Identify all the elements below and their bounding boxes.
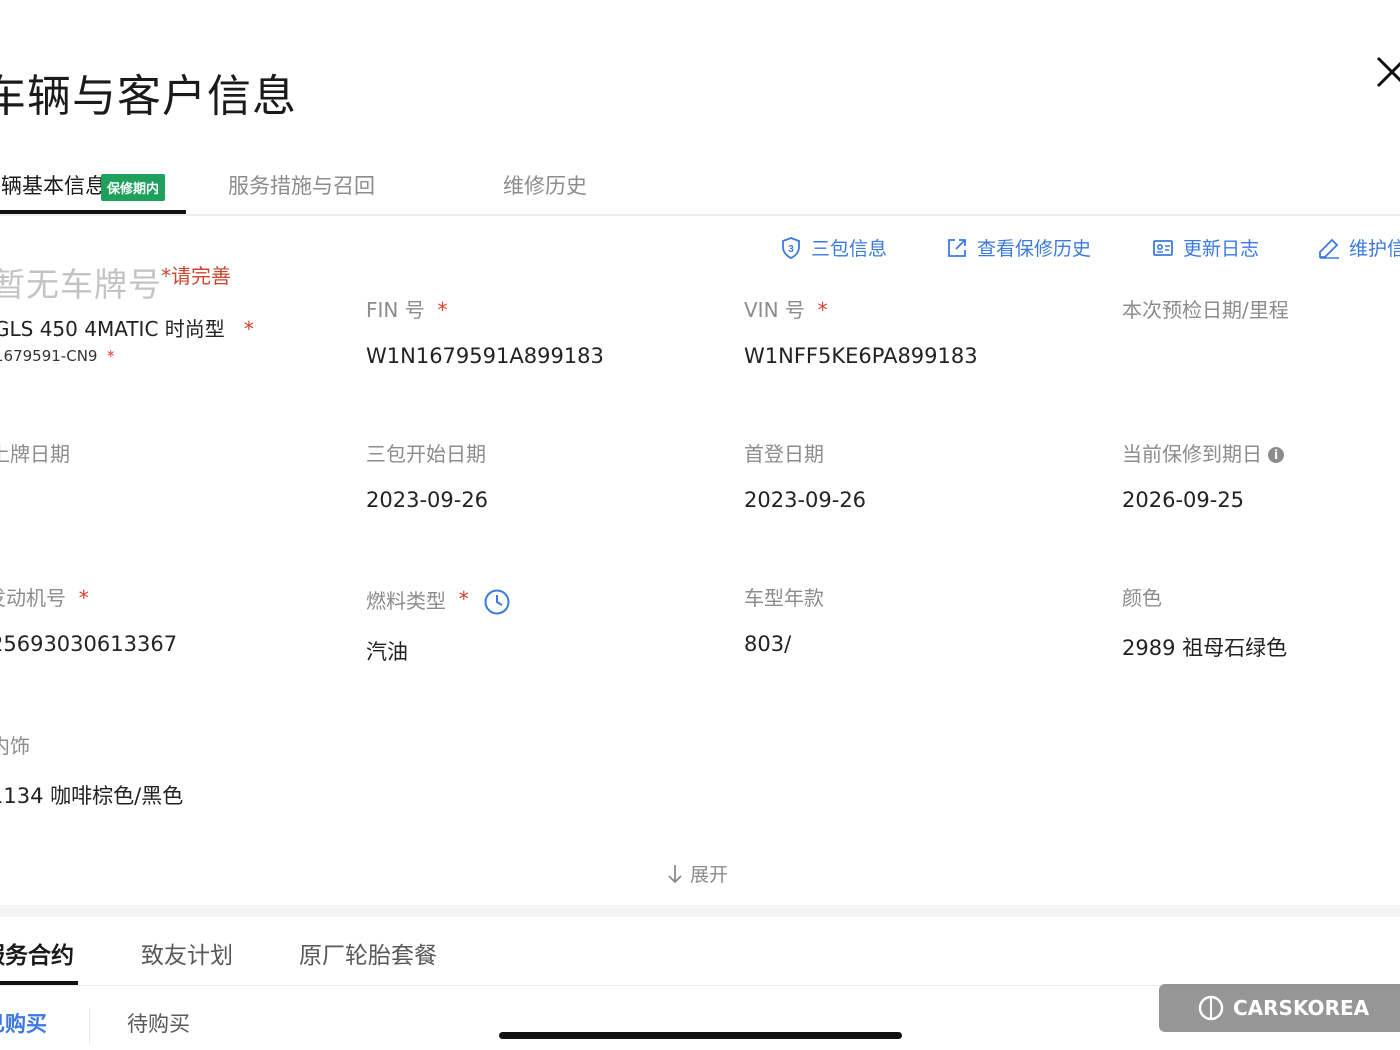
first-reg-value: 2023-09-26 [744, 488, 867, 512]
plate-date-label: 上牌日期 [0, 442, 70, 466]
carskorea-watermark: CARSKOREA [1159, 984, 1400, 1032]
tab-service-contract[interactable]: 服务合约 [0, 936, 74, 970]
vehicle-model-code: 1679591-CN9 * [0, 347, 115, 365]
tab-tire-package[interactable]: 原厂轮胎套餐 [299, 936, 437, 970]
warranty-start-value: 2023-09-26 [366, 488, 489, 512]
watermark-text: CARSKOREA [1233, 996, 1370, 1020]
plate-number[interactable]: 暂无车牌号 [0, 258, 162, 306]
warranty-end-label: 当前保修到期日 i [1122, 438, 1284, 467]
color-label: 颜色 [1122, 586, 1162, 610]
external-link-icon [948, 238, 966, 257]
fuel-value: 汽油 [366, 640, 408, 664]
log-card-icon [1153, 239, 1173, 256]
subtab-to-purchase[interactable]: 待购买 [127, 1008, 190, 1038]
subtab-purchased[interactable]: 已购买 [0, 1008, 47, 1038]
warranty-3-button[interactable]: 3 三包信息 [779, 234, 887, 261]
pen-icon [1319, 238, 1339, 259]
maintenance-info-button[interactable]: 维护信息 [1317, 234, 1400, 261]
vin-value: W1NFF5KE6PA899183 [744, 344, 978, 368]
section-divider [0, 905, 1400, 917]
clock-icon[interactable] [483, 588, 511, 616]
warranty-end-value: 2026-09-25 [1122, 488, 1245, 512]
tab-service-recall[interactable]: 服务措施与召回 [228, 170, 375, 200]
fin-value: W1N1679591A899183 [366, 344, 604, 368]
home-indicator [499, 1032, 902, 1039]
close-button[interactable] [1372, 48, 1400, 92]
fin-label: FIN 号 * [366, 298, 448, 322]
tab-divider [0, 214, 1400, 216]
interior-label: 内饰 [0, 734, 30, 758]
color-value: 2989 祖母石绿色 [1122, 636, 1288, 660]
update-log-button[interactable]: 更新日志 [1151, 234, 1259, 261]
svg-text:3: 3 [788, 244, 794, 255]
vin-label: VIN 号 * [744, 298, 828, 322]
tab-friend-plan[interactable]: 致友计划 [141, 936, 233, 970]
first-reg-label: 首登日期 [744, 442, 824, 466]
view-warranty-history-label: 查看保修历史 [977, 238, 1092, 260]
warranty-3-label: 三包信息 [811, 238, 888, 260]
warranty-start-label: 三包开始日期 [366, 442, 486, 466]
expand-label: 展开 [690, 864, 729, 886]
vehicle-model: GLS 450 4MATIC 时尚型 * [0, 317, 254, 341]
info-icon[interactable]: i [1268, 447, 1284, 463]
shield-3-icon: 3 [782, 236, 800, 259]
plate-required-hint[interactable]: *请完善 [161, 260, 231, 289]
close-icon [1376, 56, 1400, 88]
arrow-down-icon [668, 864, 682, 883]
view-warranty-history-button[interactable]: 查看保修历史 [945, 234, 1091, 261]
engine-value: 25693030613367 [0, 632, 178, 656]
engine-label: 发动机号 * [0, 586, 89, 610]
page-title: 车辆与客户信息 [0, 71, 297, 122]
fuel-label: 燃料类型 * [366, 582, 511, 616]
warranty-badge: 保修期内 [101, 174, 166, 201]
logo-icon [1198, 995, 1224, 1021]
expand-button[interactable]: 展开 [666, 860, 728, 887]
subtab-separator [89, 1008, 90, 1044]
tab-vehicle-info[interactable]: 车辆基本信息 [0, 170, 106, 200]
model-year-value: 803/ [744, 632, 792, 656]
model-year-label: 车型年款 [744, 586, 824, 610]
maintenance-info-label: 维护信息 [1349, 238, 1400, 260]
update-log-label: 更新日志 [1183, 238, 1260, 260]
interior-value: 1134 咖啡棕色/黑色 [0, 784, 184, 808]
tab-repair-history[interactable]: 维修历史 [503, 170, 587, 200]
precheck-label: 本次预检日期/里程 [1122, 298, 1289, 322]
